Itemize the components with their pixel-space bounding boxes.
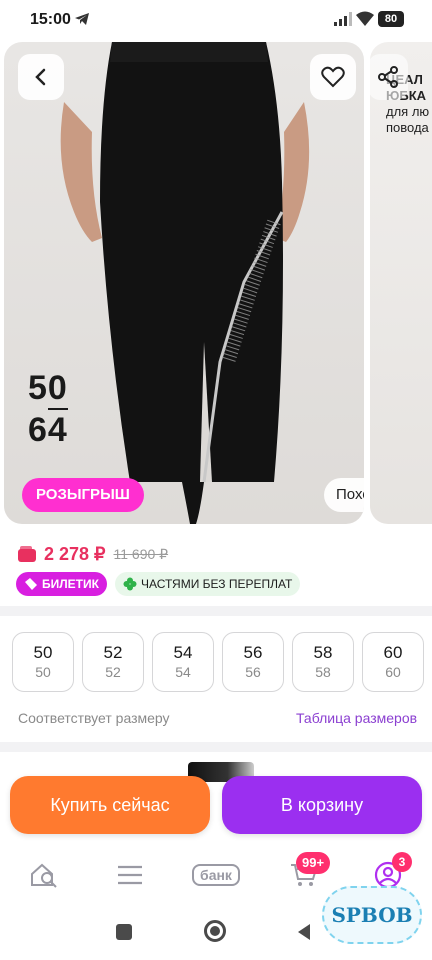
heart-icon [321,66,345,88]
watermark-logo: SPBOB [322,886,422,944]
size-range-separator [48,408,68,410]
similar-button[interactable]: Похожие [324,478,364,512]
nav-bank[interactable]: банк [188,860,244,890]
home-button[interactable] [204,920,226,942]
size-option[interactable]: 60 60 [362,632,424,692]
share-button[interactable] [368,54,408,100]
battery-indicator: 80 [378,11,404,27]
size-selector: 50 50 52 52 54 54 56 56 58 58 60 60 Соответств… [0,616,432,742]
cart-count-badge: 99+ [296,852,331,874]
back-button[interactable] [18,54,64,100]
wifi-icon [356,11,374,32]
home-search-icon [31,863,57,888]
recents-button[interactable] [116,924,132,940]
nav-home[interactable] [24,860,64,890]
wallet-icon [18,546,36,562]
size-fit-text: Соответствует размеру [18,710,170,726]
product-gallery[interactable]: 50 64 РОЗЫГРЫШ Похожие ЦЕАЛ ЮБКА для лю … [0,42,432,526]
size-option-ru: 56 [245,664,261,680]
product-photo[interactable]: 50 64 РОЗЫГРЫШ Похожие [4,42,364,524]
size-option[interactable]: 56 56 [222,632,284,692]
size-range-badge: 50 64 [28,370,68,448]
size-option-ru: 50 [35,664,51,680]
purchase-actions: Купить сейчас В корзину [0,770,432,846]
bank-label: банк [192,864,240,886]
promo-tags: БИЛЕТИК ЧАСТЯМИ БЕЗ ПЕРЕПЛАТ [16,572,301,596]
installments-tag[interactable]: ЧАСТЯМИ БЕЗ ПЕРЕПЛАТ [114,572,301,596]
price-old: 11 690 ₽ [113,545,169,562]
add-to-cart-button[interactable]: В корзину [222,776,422,834]
raffle-badge[interactable]: РОЗЫГРЫШ [22,478,144,512]
installments-tag-label: ЧАСТЯМИ БЕЗ ПЕРЕПЛАТ [140,577,293,591]
signal-icon [334,12,352,31]
size-option[interactable]: 58 58 [292,632,354,692]
size-option-value: 56 [243,643,263,662]
clover-icon [123,577,137,591]
ticket-tag[interactable]: БИЛЕТИК [16,572,107,596]
telegram-icon [74,12,90,31]
size-option-value: 54 [173,643,193,662]
menu-icon [118,865,142,885]
price-current: 2 278 ₽ [44,543,106,564]
favorite-button[interactable] [310,54,356,100]
size-option-value: 58 [313,643,333,662]
size-option-value: 50 [33,643,53,662]
size-option-ru: 52 [105,664,121,680]
size-option[interactable]: 54 54 [152,632,214,692]
size-option-value: 52 [103,643,123,662]
system-back-button[interactable] [298,924,310,940]
section-divider [0,606,432,616]
price-row: 2 278 ₽ 11 690 ₽ [18,542,168,566]
ticket-tag-label: БИЛЕТИК [42,577,99,591]
size-options: 50 50 52 52 54 54 56 56 58 58 60 60 [12,632,424,692]
nav-catalog[interactable] [110,860,150,890]
share-icon [378,66,398,88]
next-photo-subtitle: для лю повода [386,104,430,135]
size-option-ru: 58 [315,664,331,680]
status-bar: 15:00 80 [0,0,432,40]
size-option-ru: 54 [175,664,191,680]
size-option[interactable]: 50 50 [12,632,74,692]
size-range-top: 50 [28,369,68,407]
profile-notification-badge: 3 [392,852,412,872]
skirt-illustration [60,42,310,524]
chevron-left-icon [35,68,46,86]
next-product-photo[interactable]: ЦЕАЛ ЮБКА для лю повода [370,42,432,524]
buy-now-button[interactable]: Купить сейчас [10,776,210,834]
size-option-value: 60 [383,643,403,662]
status-time: 15:00 [30,11,71,28]
size-table-link[interactable]: Таблица размеров [296,710,417,726]
size-range-bottom: 64 [28,411,68,449]
size-option[interactable]: 52 52 [82,632,144,692]
section-divider [0,742,432,752]
size-option-ru: 60 [385,664,401,680]
ticket-icon [25,578,37,590]
